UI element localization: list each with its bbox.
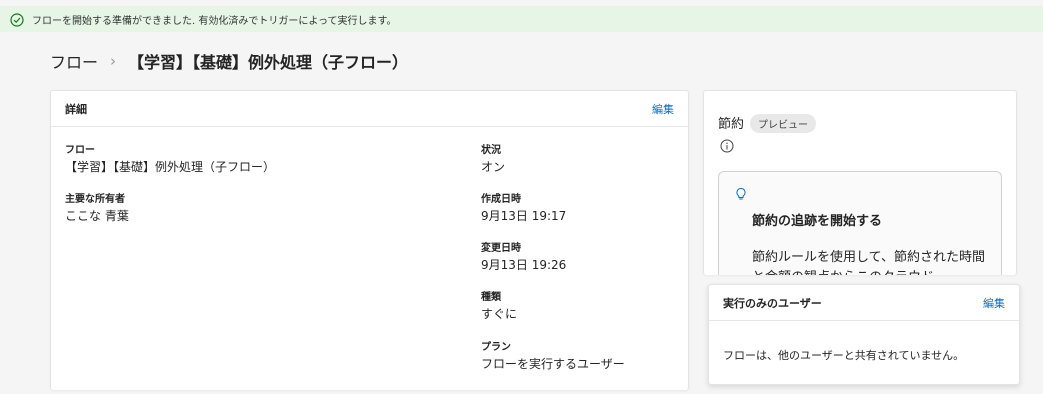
run-only-users-card: 実行のみのユーザー 編集 フローは、他のユーザーと共有されていません。 xyxy=(708,284,1020,385)
banner-message: フローを開始する準備ができました. 有効化済みでトリガーによって実行します。 xyxy=(32,15,397,27)
details-card: 詳細 編集 フロー 【学習】【基礎】例外処理（子フロー） 主要な所有者 ここな … xyxy=(50,90,689,390)
field-value: 【学習】【基礎】例外処理（子フロー） xyxy=(65,160,276,174)
field-label: 変更日時 xyxy=(481,243,521,254)
savings-tracking-title: 節約の追跡を開始する xyxy=(752,214,883,229)
details-header: 詳細 編集 xyxy=(51,91,688,127)
field-created: 作成日時 9月13日 19:17 xyxy=(481,193,566,225)
field-modified: 変更日時 9月13日 19:26 xyxy=(481,242,566,274)
details-title: 詳細 xyxy=(65,102,87,116)
field-value: ここな 青葉 xyxy=(65,209,129,223)
run-only-header: 実行のみのユーザー 編集 xyxy=(709,285,1019,321)
field-label: 種類 xyxy=(481,292,501,303)
field-label: 状況 xyxy=(481,145,501,156)
run-only-title: 実行のみのユーザー xyxy=(723,296,822,310)
field-label: 主要な所有者 xyxy=(65,194,125,205)
breadcrumb-root-link[interactable]: フロー xyxy=(50,49,98,73)
preview-badge: プレビュー xyxy=(750,114,816,133)
breadcrumb: フロー › 【学習】【基礎】例外処理（子フロー） xyxy=(50,50,408,72)
run-only-edit-button[interactable]: 編集 xyxy=(983,295,1005,311)
page-title: 【学習】【基礎】例外処理（子フロー） xyxy=(128,53,409,72)
field-value: オン xyxy=(481,160,506,174)
savings-tracking-panel: 節約の追跡を開始する 節約ルールを使用して、節約された時間と金額の観点からこのク… xyxy=(718,171,1002,275)
savings-title: 節約 xyxy=(718,117,745,132)
field-flow: フロー 【学習】【基礎】例外処理（子フロー） xyxy=(65,144,275,176)
field-status: 状況 オン xyxy=(481,144,505,176)
field-type: 種類 すぐに xyxy=(481,291,517,323)
field-label: フロー xyxy=(65,145,95,156)
run-only-message: フローは、他のユーザーと共有されていません。 xyxy=(723,349,965,362)
field-value: 9月13日 19:26 xyxy=(481,258,567,272)
success-banner: フローを開始する準備ができました. 有効化済みでトリガーによって実行します。 xyxy=(0,6,1043,32)
breadcrumb-separator: › xyxy=(110,52,117,70)
savings-card: 節約 プレビュー 節約の追跡を開始する 節約ルールを使用して、節約された時間と金… xyxy=(703,90,1017,275)
lightbulb-icon xyxy=(735,186,747,200)
field-label: プラン xyxy=(481,342,511,353)
field-owner: 主要な所有者 ここな 青葉 xyxy=(65,193,129,225)
savings-tracking-description: 節約ルールを使用して、節約された時間と金額の観点からこのクラウド xyxy=(752,250,985,275)
info-icon[interactable] xyxy=(720,138,734,153)
field-value: フローを実行するユーザー xyxy=(481,357,625,371)
field-plan: プラン フローを実行するユーザー xyxy=(481,341,625,373)
field-value: すぐに xyxy=(481,307,518,321)
details-edit-button[interactable]: 編集 xyxy=(652,101,674,117)
checkmark-circle-icon xyxy=(10,12,24,27)
field-label: 作成日時 xyxy=(481,194,521,205)
field-value: 9月13日 19:17 xyxy=(481,209,567,223)
